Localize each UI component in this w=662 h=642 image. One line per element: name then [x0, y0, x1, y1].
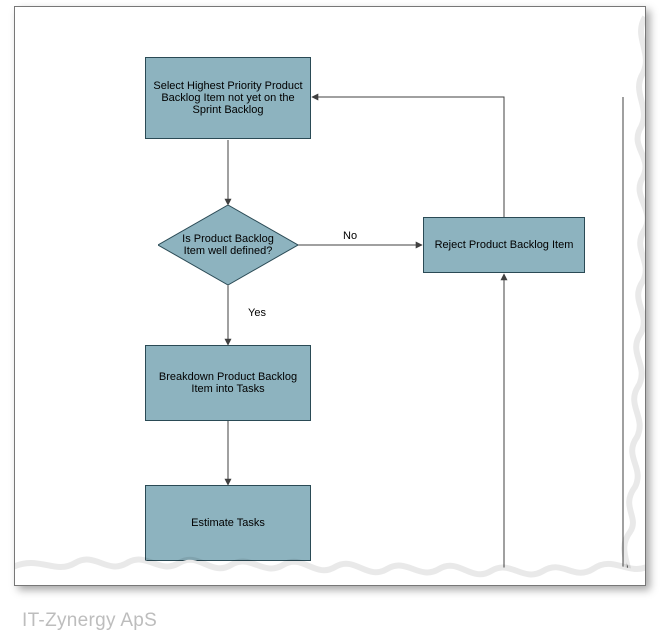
diagram-canvas: Select Highest Priority Product Backlog …	[0, 0, 662, 642]
node-label: Estimate Tasks	[191, 517, 265, 529]
node-label: Select Highest Priority Product Backlog …	[152, 80, 304, 116]
node-select-highest-priority: Select Highest Priority Product Backlog …	[145, 57, 311, 139]
node-reject-item: Reject Product Backlog Item	[423, 217, 585, 273]
watermark-text: IT-Zynergy ApS	[22, 610, 157, 632]
connectors	[15, 7, 645, 585]
node-decision-well-defined: Is Product Backlog Item well defined?	[158, 205, 298, 285]
node-estimate-tasks: Estimate Tasks	[145, 485, 311, 561]
edge-label-no: No	[343, 230, 357, 242]
edge-label-no-right: No	[626, 559, 640, 571]
node-label: Reject Product Backlog Item	[435, 239, 574, 251]
torn-edge-bottom	[15, 7, 645, 585]
node-breakdown-into-tasks: Breakdown Product Backlog Item into Task…	[145, 345, 311, 421]
torn-edge-right	[15, 7, 645, 585]
edge-label-yes: Yes	[248, 307, 266, 319]
node-label: Breakdown Product Backlog Item into Task…	[152, 371, 304, 395]
diagram-frame: Select Highest Priority Product Backlog …	[14, 6, 646, 586]
node-label: Is Product Backlog Item well defined?	[170, 233, 286, 257]
